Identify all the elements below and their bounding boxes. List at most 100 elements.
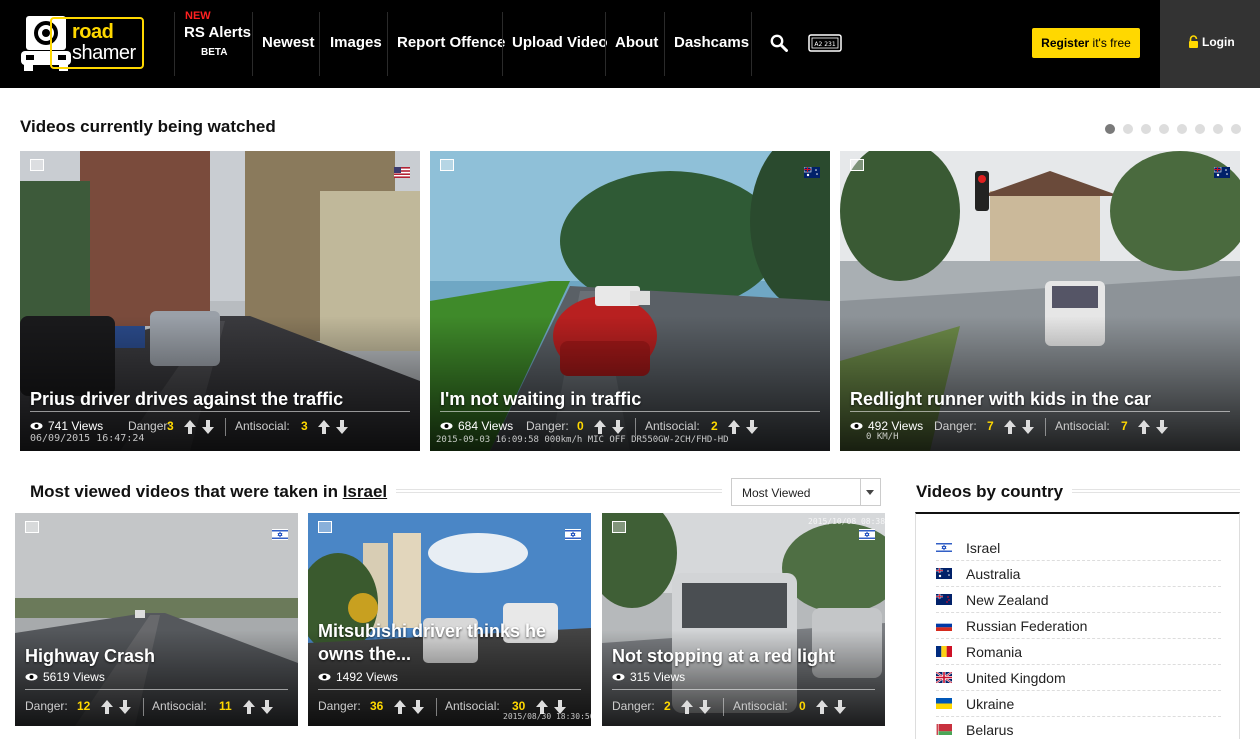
eye-icon	[440, 422, 453, 430]
score-divider	[436, 698, 437, 716]
carousel-dot[interactable]	[1195, 124, 1205, 134]
country-item-ukraine[interactable]: Ukraine	[936, 691, 1221, 717]
carousel-dot[interactable]	[1141, 124, 1151, 134]
video-title[interactable]: Highway Crash	[25, 645, 155, 668]
danger-vote-arrows-icon[interactable]	[182, 419, 216, 435]
register-button[interactable]: Register it's free	[1032, 28, 1140, 58]
danger-vote-arrows-icon[interactable]	[592, 419, 626, 435]
view-count-label: 315 Views	[630, 670, 686, 684]
au-flag-icon	[936, 568, 952, 579]
camera-icon	[612, 521, 626, 533]
country-item-russian-federation[interactable]: Russian Federation	[936, 613, 1221, 639]
antisocial-label: Antisocial:	[152, 699, 207, 713]
country-name: Ukraine	[966, 696, 1015, 712]
score-divider	[143, 698, 144, 716]
antisocial-vote-arrows-icon[interactable]	[814, 699, 848, 715]
card-divider	[612, 689, 875, 690]
new-badge: NEW	[185, 10, 211, 22]
country-item-new-zealand[interactable]: New Zealand	[936, 587, 1221, 613]
login-button[interactable]: Login	[1188, 35, 1235, 49]
nav-images[interactable]: Images	[330, 34, 382, 51]
sort-select-value: Most Viewed	[742, 486, 811, 500]
antisocial-label: Antisocial:	[445, 699, 500, 713]
antisocial-label: Antisocial:	[733, 699, 788, 713]
country-item-australia[interactable]: Australia	[936, 561, 1221, 587]
rs-alerts-link[interactable]: NEW RS Alerts BETA	[176, 10, 252, 70]
video-card[interactable]: Highway Crash 5619 Views Danger: 12 Anti…	[15, 513, 298, 726]
country-item-united-kingdom[interactable]: United Kingdom	[936, 665, 1221, 691]
view-count-label: 684 Views	[458, 419, 514, 433]
video-card[interactable]: Prius driver drives against the traffic …	[20, 151, 420, 451]
video-title[interactable]: Redlight runner with kids in the car	[850, 388, 1151, 411]
nav-dashcams[interactable]: Dashcams	[674, 34, 749, 51]
au-flag-icon	[804, 167, 820, 178]
selected-country-link[interactable]: Israel	[343, 482, 387, 501]
video-card[interactable]: 2015/10/08 08:38:49 Not stopping at a re…	[602, 513, 885, 726]
license-plate-icon[interactable]: A2 231	[808, 34, 842, 52]
country-name: New Zealand	[966, 592, 1049, 608]
carousel-dot[interactable]	[1159, 124, 1169, 134]
video-card[interactable]: Mitsubishi driver thinks he owns the... …	[308, 513, 591, 726]
antisocial-vote-arrows-icon[interactable]	[316, 419, 350, 435]
nav-about[interactable]: About	[615, 34, 658, 51]
video-title[interactable]: Prius driver drives against the traffic	[30, 388, 343, 411]
top-navigation: road shamer NEW RS Alerts BETA Newest Im…	[0, 0, 1260, 88]
il-flag-icon	[272, 529, 288, 540]
antisocial-vote-arrows-icon[interactable]	[726, 419, 760, 435]
country-item-romania[interactable]: Romania	[936, 639, 1221, 665]
nav-newest[interactable]: Newest	[262, 34, 315, 51]
video-title[interactable]: Not stopping at a red light	[612, 645, 835, 668]
video-speed-stamp: 0 KM/H	[866, 432, 899, 442]
antisocial-score: 11	[219, 699, 232, 713]
video-timestamp: 2015/10/08 08:38:49	[808, 517, 885, 526]
carousel-dot[interactable]	[1213, 124, 1223, 134]
score-divider	[723, 698, 724, 716]
antisocial-score: 2	[711, 419, 718, 433]
danger-vote-arrows-icon[interactable]	[1002, 419, 1036, 435]
beta-badge: BETA	[201, 47, 228, 58]
nav-divider	[174, 12, 175, 76]
video-card[interactable]: Redlight runner with kids in the car 492…	[840, 151, 1240, 451]
antisocial-vote-arrows-icon[interactable]	[1136, 419, 1170, 435]
sort-select[interactable]: Most Viewed	[731, 478, 881, 506]
danger-score: 7	[987, 419, 994, 433]
video-title[interactable]: I'm not waiting in traffic	[440, 388, 641, 411]
nz-flag-icon	[936, 594, 952, 605]
carousel-dot[interactable]	[1231, 124, 1241, 134]
danger-score: 36	[370, 699, 384, 713]
score-divider	[635, 418, 636, 436]
video-timestamp: 2015-09-03 16:09:58 000km/h MIC OFF DR55…	[436, 435, 729, 445]
video-title[interactable]: Mitsubishi driver thinks he owns the...	[318, 620, 586, 666]
roadshamer-logo[interactable]: road shamer	[20, 13, 146, 75]
chevron-down-icon	[866, 490, 874, 495]
rs-alerts-label: RS Alerts	[184, 24, 251, 41]
antisocial-vote-arrows-icon[interactable]	[241, 699, 275, 715]
eye-icon	[318, 673, 331, 681]
carousel-dot[interactable]	[1177, 124, 1187, 134]
danger-score: 12	[77, 699, 91, 713]
nav-report-offence[interactable]: Report Offence	[397, 34, 505, 51]
sort-select-toggle[interactable]	[860, 479, 880, 505]
antisocial-label: Antisocial:	[645, 419, 700, 433]
camera-icon	[850, 159, 864, 171]
carousel-dot[interactable]	[1123, 124, 1133, 134]
danger-vote-arrows-icon[interactable]	[99, 699, 133, 715]
video-card[interactable]: I'm not waiting in traffic 684 Views Dan…	[430, 151, 830, 451]
danger-score: 2	[664, 699, 671, 713]
video-timestamp: 2015/08/30 18:30:56	[503, 712, 591, 721]
nav-upload-video[interactable]: Upload Video	[512, 34, 608, 51]
country-item-israel[interactable]: Israel	[936, 535, 1221, 561]
antisocial-score: 3	[301, 419, 308, 433]
register-label: Register	[1041, 36, 1090, 50]
danger-vote-arrows-icon[interactable]	[679, 699, 713, 715]
country-item-belarus[interactable]: Belarus	[936, 717, 1221, 739]
carousel-dot[interactable]	[1105, 124, 1115, 134]
plate-text: A2 231	[814, 41, 835, 48]
nav-divider	[502, 12, 503, 76]
search-icon[interactable]	[770, 34, 788, 52]
eye-icon	[850, 422, 863, 430]
danger-label: Danger:	[934, 419, 977, 433]
nav-divider	[751, 12, 752, 76]
il-flag-icon	[859, 529, 875, 540]
danger-vote-arrows-icon[interactable]	[392, 699, 426, 715]
